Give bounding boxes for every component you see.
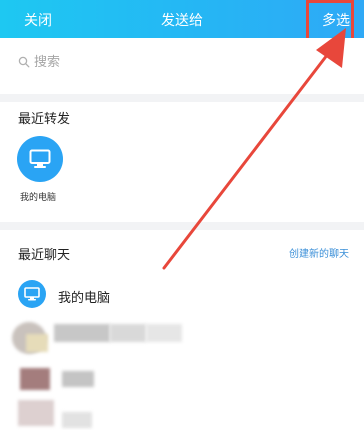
avatar xyxy=(18,280,46,308)
create-chat-link[interactable]: 创建新的聊天 xyxy=(289,245,349,260)
chat-name xyxy=(146,324,182,342)
chat-name xyxy=(110,324,146,342)
chat-name xyxy=(54,324,110,342)
chat-name: 我的电脑 xyxy=(58,291,111,306)
section-divider xyxy=(0,94,364,102)
section-divider xyxy=(0,222,364,230)
list-item[interactable]: 我的电脑 xyxy=(0,278,364,312)
recent-forward-title: 最近转发 xyxy=(18,112,71,127)
avatar xyxy=(26,334,48,352)
avatar xyxy=(17,136,63,182)
chat-name xyxy=(62,412,92,428)
avatar xyxy=(18,400,54,426)
recent-forward-label: 我的电脑 xyxy=(20,193,57,203)
search-icon xyxy=(18,56,30,68)
chat-name xyxy=(62,371,94,387)
recent-chats-title: 最近聊天 xyxy=(18,248,71,263)
search-input[interactable] xyxy=(34,52,274,72)
avatar xyxy=(20,368,50,390)
monitor-icon xyxy=(24,287,40,301)
recent-forward-item[interactable] xyxy=(16,136,64,182)
monitor-icon xyxy=(29,149,51,168)
